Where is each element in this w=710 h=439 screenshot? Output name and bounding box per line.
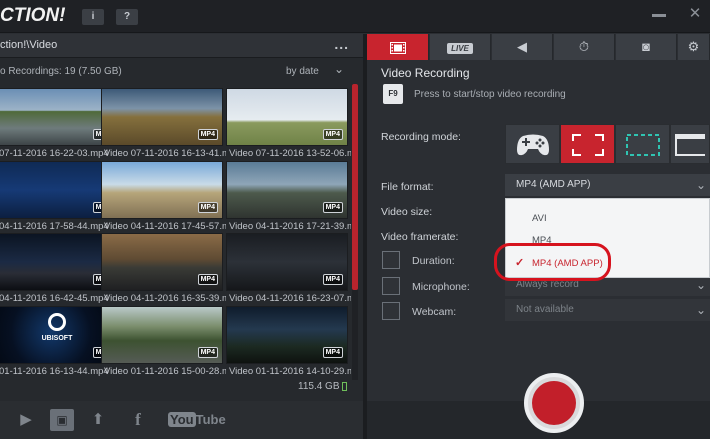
- duration-label: Duration:: [412, 255, 455, 267]
- app-logo: CTION!: [0, 5, 66, 26]
- video-caption: 01-11-2016 16-13-44.mp4: [0, 366, 109, 377]
- mode-window-button[interactable]: [670, 124, 710, 164]
- video-library-panel: ction!\Video ... o Recordings: 19 (7.50 …: [0, 34, 363, 401]
- chevron-down-icon[interactable]: ⌄: [334, 62, 344, 76]
- recordings-count: o Recordings: 19 (7.50 GB): [0, 66, 122, 77]
- mode-region-button[interactable]: [615, 124, 670, 164]
- camera-icon: ◙: [642, 39, 650, 54]
- upload-icon[interactable]: ⬆: [88, 409, 108, 431]
- video-caption: Video 01-11-2016 15-00-28.mp4: [104, 366, 226, 377]
- hotkey-description: Press to start/stop video recording: [414, 89, 566, 100]
- info-button[interactable]: i: [82, 9, 104, 25]
- format-badge: MP4: [322, 202, 343, 213]
- ubisoft-logo-text: UBISOFT: [41, 335, 73, 342]
- gear-icon: ⚙: [687, 39, 700, 54]
- library-toolbar: ▶ ▣ ⬆ f You Tube: [0, 401, 363, 439]
- microphone-label: Microphone:: [412, 281, 470, 293]
- video-grid: MP4 07-11-2016 16-22-03.mp4 MP4 Video 07-11…: [0, 88, 351, 378]
- stopwatch-icon: ⏱: [578, 39, 590, 54]
- library-scrollbar[interactable]: [352, 84, 358, 380]
- folder-path: ction!\Video: [0, 39, 58, 51]
- mode-tabs: LIVE ◀ ⏱ ◙ ⚙: [367, 34, 710, 60]
- video-caption: 07-11-2016 16-22-03.mp4: [0, 148, 109, 159]
- video-caption: Video 07-11-2016 13-52-06.mp4: [229, 148, 351, 159]
- fullscreen-icon: [571, 134, 604, 156]
- video-thumbnail[interactable]: MP4: [101, 233, 223, 291]
- folder-icon[interactable]: ▣: [50, 409, 74, 431]
- file-format-select[interactable]: MP4 (AMD APP) ⌄: [505, 174, 710, 196]
- title-bar: CTION! i ? ✕: [0, 0, 710, 33]
- video-caption: Video 07-11-2016 16-13-41.mp4: [104, 148, 226, 159]
- video-caption: Video 04-11-2016 16-35-39.mp4: [104, 293, 226, 304]
- youtube-icon[interactable]: You Tube: [168, 409, 226, 431]
- ubisoft-logo: UBISOFT: [27, 313, 87, 342]
- help-button[interactable]: ?: [116, 9, 138, 25]
- youtube-tube: Tube: [195, 412, 226, 427]
- record-button[interactable]: [524, 373, 584, 433]
- film-icon: [389, 41, 406, 54]
- video-thumbnail[interactable]: MP4: [101, 88, 223, 146]
- tab-screenshot[interactable]: ◙: [616, 34, 677, 60]
- youtube-you: You: [168, 412, 196, 427]
- format-badge: MP4: [322, 274, 343, 285]
- recording-settings-panel: LIVE ◀ ⏱ ◙ ⚙ Video Recording F9 Press to…: [367, 34, 710, 439]
- video-caption: 04-11-2016 16-42-45.mp4: [0, 293, 109, 304]
- minimize-button[interactable]: [652, 14, 666, 17]
- tab-live-streaming[interactable]: LIVE: [430, 34, 491, 60]
- annotation-highlight-ring: [494, 243, 611, 281]
- webcam-checkbox[interactable]: [382, 302, 400, 320]
- mode-game-button[interactable]: [505, 124, 560, 164]
- hotkey-key: F9: [383, 84, 403, 104]
- video-framerate-label: Video framerate:: [381, 231, 459, 243]
- live-badge: LIVE: [447, 43, 473, 54]
- facebook-icon[interactable]: f: [128, 409, 148, 431]
- video-caption: Video 04-11-2016 16-23-07.mp4: [229, 293, 351, 304]
- video-thumbnail[interactable]: MP4: [226, 233, 348, 291]
- window-icon: [675, 134, 709, 156]
- video-thumbnail[interactable]: MP4: [226, 161, 348, 219]
- more-options-button[interactable]: ...: [334, 36, 349, 52]
- video-thumbnail[interactable]: MP4: [226, 306, 348, 364]
- format-badge: MP4: [322, 347, 343, 358]
- play-icon[interactable]: ▶: [16, 409, 36, 431]
- format-badge: MP4: [197, 347, 218, 358]
- tab-audio[interactable]: ◀: [492, 34, 553, 60]
- webcam-value: Not available: [516, 304, 574, 315]
- video-thumbnail[interactable]: MP4: [101, 161, 223, 219]
- record-dot: [532, 381, 576, 425]
- tab-video-recording[interactable]: [367, 34, 429, 60]
- scrollbar-thumb[interactable]: [352, 84, 358, 290]
- library-info-bar: o Recordings: 19 (7.50 GB) by date ⌄: [0, 58, 363, 84]
- video-caption: Video 01-11-2016 14-10-29.mp4: [229, 366, 351, 377]
- tab-benchmark[interactable]: ⏱: [554, 34, 615, 60]
- storage-free-space: 115.4 GB: [298, 381, 340, 392]
- webcam-label: Webcam:: [412, 306, 457, 318]
- video-thumbnail[interactable]: MP4: [101, 306, 223, 364]
- folder-path-bar: ction!\Video ...: [0, 34, 363, 58]
- gamepad-icon: [516, 134, 549, 156]
- chevron-down-icon: ⌄: [695, 303, 706, 317]
- mode-fullscreen-button[interactable]: [560, 124, 615, 164]
- format-option-avi[interactable]: AVI: [532, 213, 547, 224]
- chevron-down-icon: ⌄: [695, 178, 706, 192]
- video-thumbnail[interactable]: MP4: [226, 88, 348, 146]
- microphone-checkbox[interactable]: [382, 277, 400, 295]
- file-format-value: MP4 (AMD APP): [516, 179, 591, 190]
- speaker-icon: ◀: [517, 39, 527, 54]
- battery-icon: [342, 382, 347, 391]
- tab-settings[interactable]: ⚙: [678, 34, 710, 60]
- video-size-label: Video size:: [381, 206, 433, 218]
- file-format-label: File format:: [381, 181, 434, 193]
- sort-dropdown[interactable]: by date: [286, 66, 319, 77]
- recording-mode-label: Recording mode:: [381, 131, 461, 143]
- webcam-select[interactable]: Not available ⌄: [505, 299, 710, 321]
- format-badge: MP4: [197, 274, 218, 285]
- format-badge: MP4: [197, 202, 218, 213]
- close-button[interactable]: ✕: [686, 5, 704, 23]
- region-select-icon: [625, 134, 660, 156]
- format-badge: MP4: [322, 129, 343, 140]
- duration-checkbox[interactable]: [382, 251, 400, 269]
- format-badge: MP4: [197, 129, 218, 140]
- section-title: Video Recording: [381, 66, 470, 80]
